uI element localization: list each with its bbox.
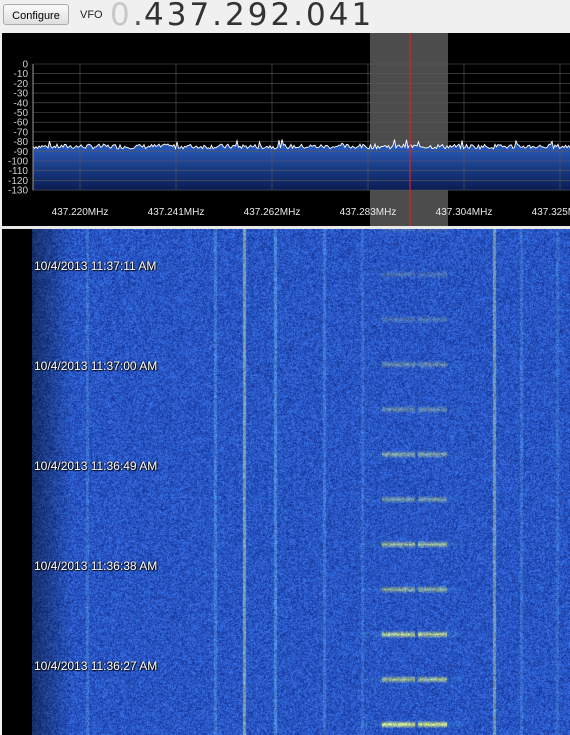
frequency-label: 437.241MHz — [148, 207, 205, 218]
vfo-label: VFO — [80, 9, 103, 21]
waterfall-display[interactable]: 10/4/2013 11:37:11 AM 10/4/2013 11:37:00 … — [2, 229, 570, 735]
toolbar: Configure VFO 0 . 437.292.041 — [0, 0, 570, 33]
frequency-label: 437.283MHz — [340, 207, 397, 218]
waterfall-timestamp: 10/4/2013 11:37:00 AM — [34, 359, 158, 373]
spectrum-fill — [33, 139, 570, 191]
vfo-frequency-display[interactable]: 437.292.041 — [144, 0, 374, 33]
waterfall-timestamp: 10/4/2013 11:36:38 AM — [34, 559, 158, 573]
spectrum-plot[interactable]: 0-10-20-30-40-50-60-70-80-90-100-110-120… — [2, 33, 570, 226]
passband-filter — [370, 33, 448, 226]
configure-button[interactable]: Configure — [3, 4, 69, 25]
waterfall-timestamp: 10/4/2013 11:37:11 AM — [34, 259, 157, 273]
waterfall-timestamp: 10/4/2013 11:36:49 AM — [34, 459, 158, 473]
db-tick-label: -130 — [8, 186, 28, 197]
frequency-label: 437.304MHz — [436, 207, 493, 218]
frequency-label: 437.262MHz — [244, 207, 301, 218]
vfo-separator: . — [133, 0, 143, 33]
frequency-label: 437.220MHz — [52, 207, 109, 218]
spectrum-analyzer[interactable]: 0 -10 -20 -30 -40 -50 -60 -70 -80 -90 -100 -110 -120… — [2, 33, 570, 226]
waterfall-timestamp: 10/4/2013 11:36:27 AM — [34, 659, 158, 673]
vfo-leading-digit[interactable]: 0 — [110, 0, 131, 33]
frequency-label: 437.325MHz — [532, 207, 570, 218]
